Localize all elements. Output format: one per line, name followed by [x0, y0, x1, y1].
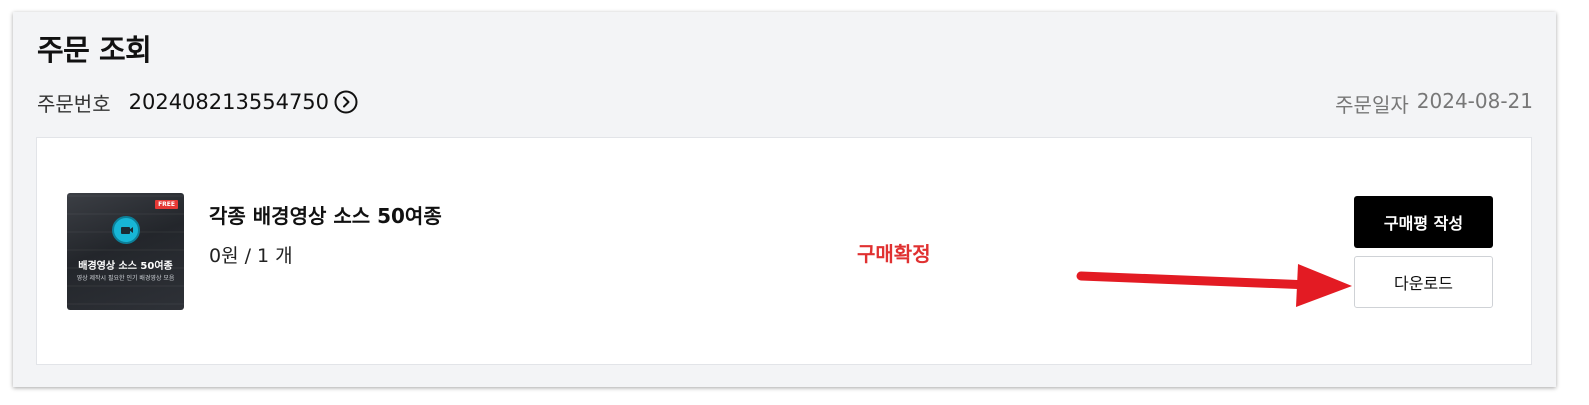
thumbnail-background	[67, 193, 184, 310]
free-badge: FREE	[155, 200, 178, 209]
product-thumbnail[interactable]: FREE 배경영상 소스 50여종 영상 제작시 필요한 인기 배경영상 모음	[67, 193, 184, 310]
download-button[interactable]: 다운로드	[1354, 256, 1493, 308]
write-review-button[interactable]: 구매평 작성	[1354, 196, 1493, 248]
thumbnail-title: 배경영상 소스 50여종	[78, 261, 173, 272]
product-price-quantity: 0원 / 1 개	[209, 245, 293, 267]
page-title: 주문 조회	[37, 33, 152, 67]
order-number-row: 주문번호 202408213554750	[37, 88, 358, 116]
order-number[interactable]: 202408213554750	[129, 90, 329, 114]
product-name[interactable]: 각종 배경영상 소스 50여종	[209, 200, 442, 229]
order-date-value: 2024-08-21	[1416, 89, 1533, 113]
thumbnail-subtitle: 영상 제작시 필요한 인기 배경영상 모음	[76, 275, 175, 282]
annotation-arrow	[1076, 264, 1352, 307]
video-camera-icon	[112, 216, 140, 244]
chevron-right-circle-icon[interactable]	[334, 90, 358, 114]
order-number-label: 주문번호	[37, 91, 111, 116]
order-status: 구매확정	[857, 242, 931, 266]
order-date: 주문일자 2024-08-21	[1335, 89, 1533, 118]
order-date-label: 주문일자	[1335, 93, 1409, 117]
